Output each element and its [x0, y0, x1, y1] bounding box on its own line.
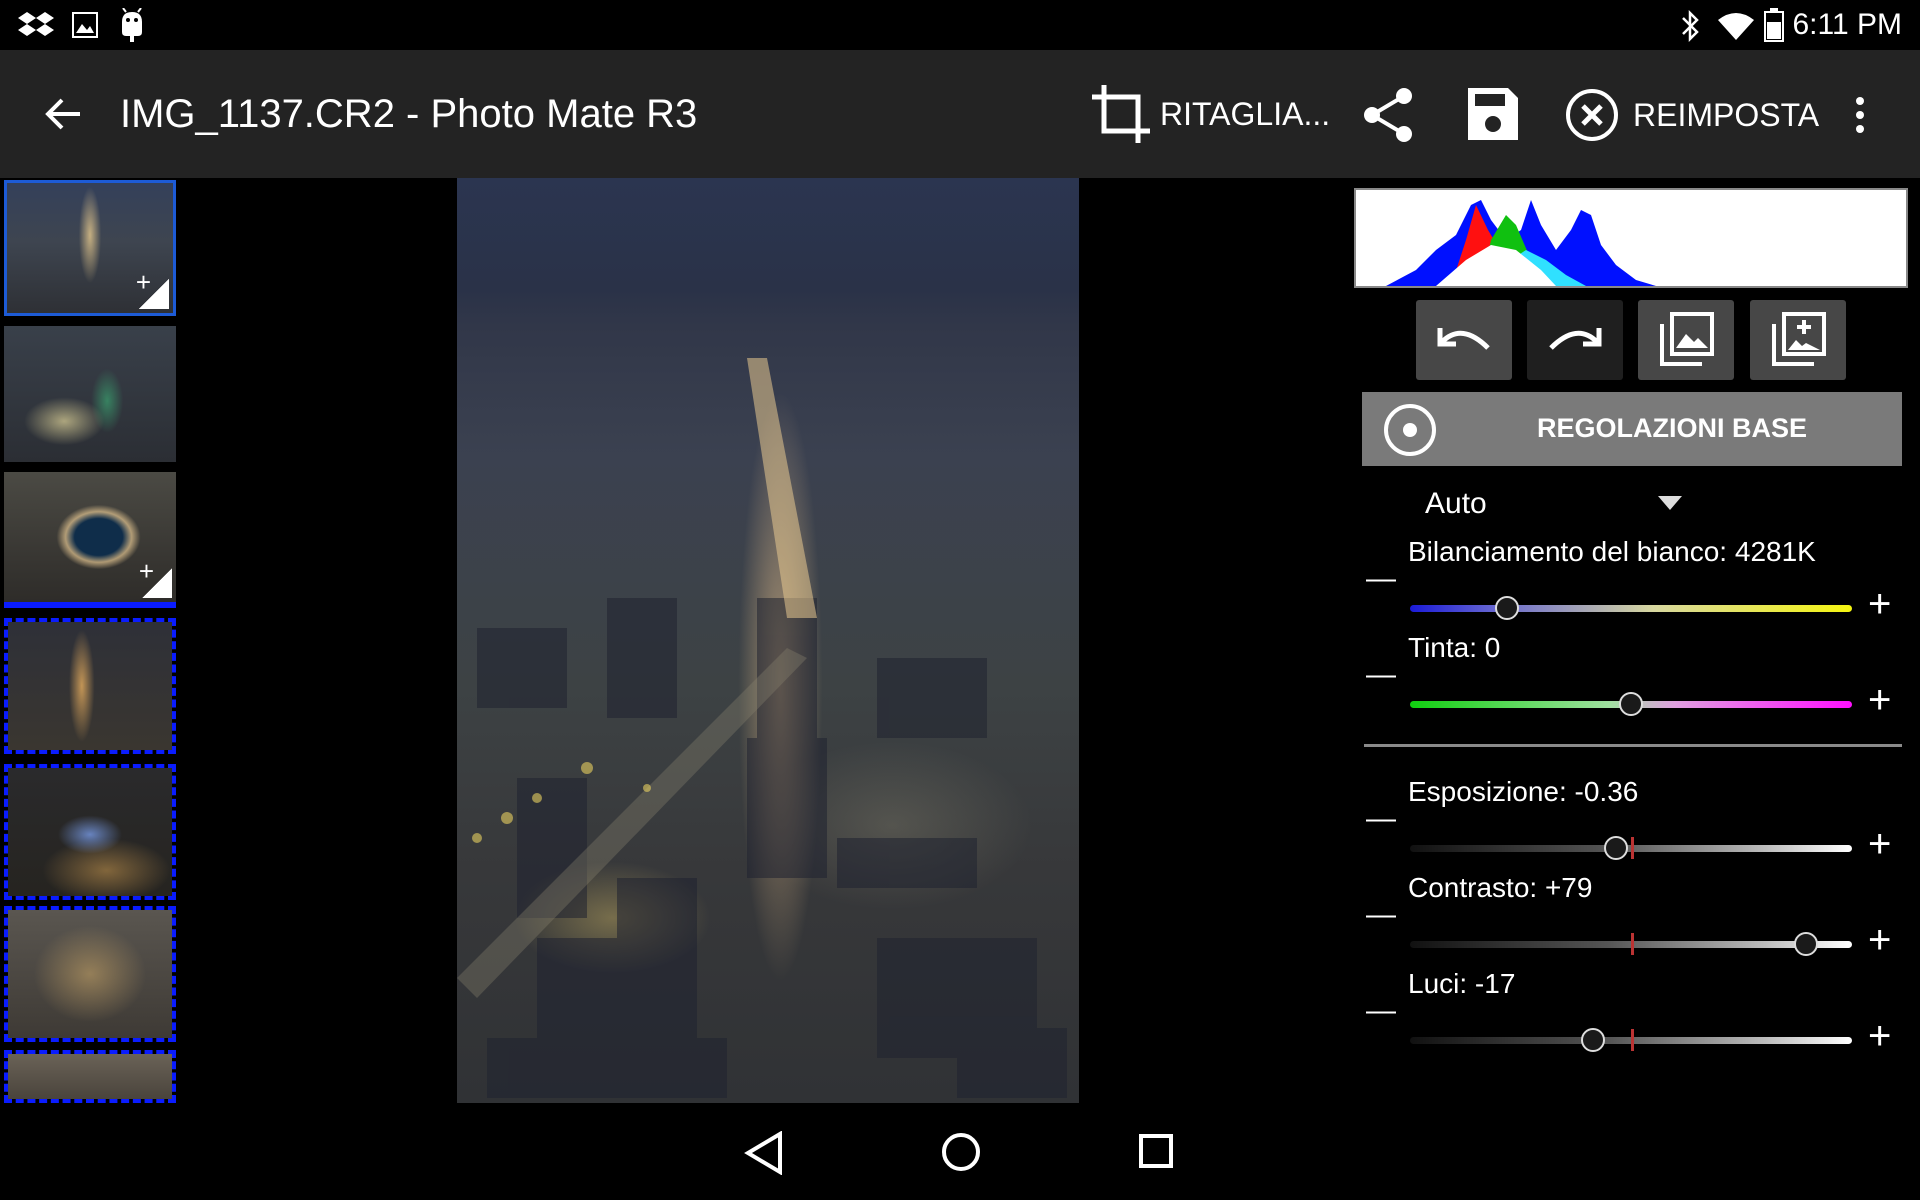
navigation-bar: [0, 1103, 1920, 1200]
crop-label: RITAGLIA...: [1160, 95, 1331, 132]
white-balance-minus-icon[interactable]: —: [1366, 564, 1396, 594]
thumbnail-1[interactable]: +: [4, 180, 176, 316]
thumbnail-strip: + +: [0, 178, 182, 1103]
tint-slider-handle[interactable]: [1619, 692, 1643, 716]
redo-button[interactable]: [1527, 300, 1623, 380]
thumbnail-3[interactable]: +: [4, 472, 176, 608]
exposure-label: Esposizione: -0.36: [1408, 776, 1639, 807]
contrast-minus-icon[interactable]: —: [1366, 900, 1396, 930]
share-icon[interactable]: [1362, 86, 1416, 144]
thumbnail-6[interactable]: [4, 906, 176, 1042]
exposure-center-mark: [1631, 837, 1634, 859]
back-nav-icon[interactable]: [744, 1131, 784, 1175]
crop-icon: [1092, 85, 1150, 143]
back-arrow-icon[interactable]: [44, 96, 84, 132]
photo-illustration: [457, 358, 1067, 1098]
reset-label: REIMPOSTA: [1633, 96, 1820, 133]
dropdown-arrow-icon: [1658, 496, 1682, 510]
thumbnail-5[interactable]: [4, 764, 176, 900]
thumbnail-7[interactable]: [4, 1050, 176, 1103]
white-balance-slider[interactable]: [1410, 605, 1852, 612]
histogram-plot: [1386, 200, 1656, 286]
clock: 6:11 PM: [1792, 8, 1903, 41]
white-balance-slider-handle[interactable]: [1495, 596, 1520, 620]
dropbox-icon: [18, 12, 54, 36]
highlights-minus-icon[interactable]: —: [1366, 996, 1396, 1026]
radio-target-icon: [1384, 404, 1436, 456]
add-image-button[interactable]: [1750, 300, 1846, 380]
exposure-slider-handle[interactable]: [1603, 836, 1628, 860]
save-icon[interactable]: [1468, 88, 1518, 140]
overflow-menu-icon[interactable]: [1852, 96, 1868, 134]
white-balance-plus-icon[interactable]: +: [1868, 584, 1891, 624]
histogram: [1354, 188, 1908, 288]
highlights-center-mark: [1631, 1029, 1634, 1051]
reset-button[interactable]: REIMPOSTA: [1565, 86, 1819, 144]
image-stack-icon: [1660, 312, 1714, 366]
gallery-icon: [72, 12, 98, 38]
thumbnail-2[interactable]: [4, 326, 176, 462]
status-bar: 6:11 PM: [0, 0, 1920, 50]
photo-preview[interactable]: [457, 178, 1079, 1103]
preset-dropdown[interactable]: Auto: [1412, 476, 1692, 532]
home-nav-icon[interactable]: [940, 1131, 982, 1173]
contrast-slider-handle[interactable]: [1793, 932, 1818, 956]
recents-nav-icon[interactable]: [1138, 1133, 1174, 1169]
contrast-plus-icon[interactable]: +: [1868, 920, 1891, 960]
battery-icon: [1764, 8, 1784, 42]
undo-button[interactable]: [1416, 300, 1512, 380]
wifi-icon: [1718, 13, 1754, 40]
section-header-basic-adjustments[interactable]: REGOLAZIONI BASE: [1362, 392, 1902, 466]
highlights-slider-handle[interactable]: [1581, 1028, 1606, 1052]
page-title: IMG_1137.CR2 - Photo Mate R3: [120, 92, 698, 136]
tint-label: Tinta: 0: [1408, 632, 1501, 663]
add-image-icon: [1772, 312, 1826, 366]
redo-icon: [1549, 328, 1602, 350]
preset-value: Auto: [1425, 487, 1487, 520]
crop-button[interactable]: RITAGLIA...: [1090, 82, 1330, 146]
contrast-center-mark: [1631, 933, 1634, 955]
white-balance-label: Bilanciamento del bianco: 4281K: [1408, 536, 1816, 567]
section-divider: [1364, 744, 1902, 747]
app-bar: IMG_1137.CR2 - Photo Mate R3 RITAGLIA...…: [0, 50, 1920, 178]
section-title: REGOLAZIONI BASE: [1537, 413, 1808, 443]
tint-plus-icon[interactable]: +: [1868, 680, 1891, 720]
exposure-minus-icon[interactable]: —: [1366, 804, 1396, 834]
tint-minus-icon[interactable]: —: [1366, 660, 1396, 690]
android-icon: [122, 8, 142, 42]
highlights-label: Luci: -17: [1408, 968, 1516, 999]
undo-icon: [1437, 328, 1490, 350]
cancel-circle-icon: [1566, 89, 1618, 141]
contrast-label: Contrasto: +79: [1408, 872, 1593, 903]
thumbnail-4[interactable]: [4, 618, 176, 754]
compare-button[interactable]: [1638, 300, 1734, 380]
bluetooth-icon: [1682, 10, 1699, 42]
exposure-plus-icon[interactable]: +: [1868, 824, 1891, 864]
highlights-plus-icon[interactable]: +: [1868, 1016, 1891, 1056]
